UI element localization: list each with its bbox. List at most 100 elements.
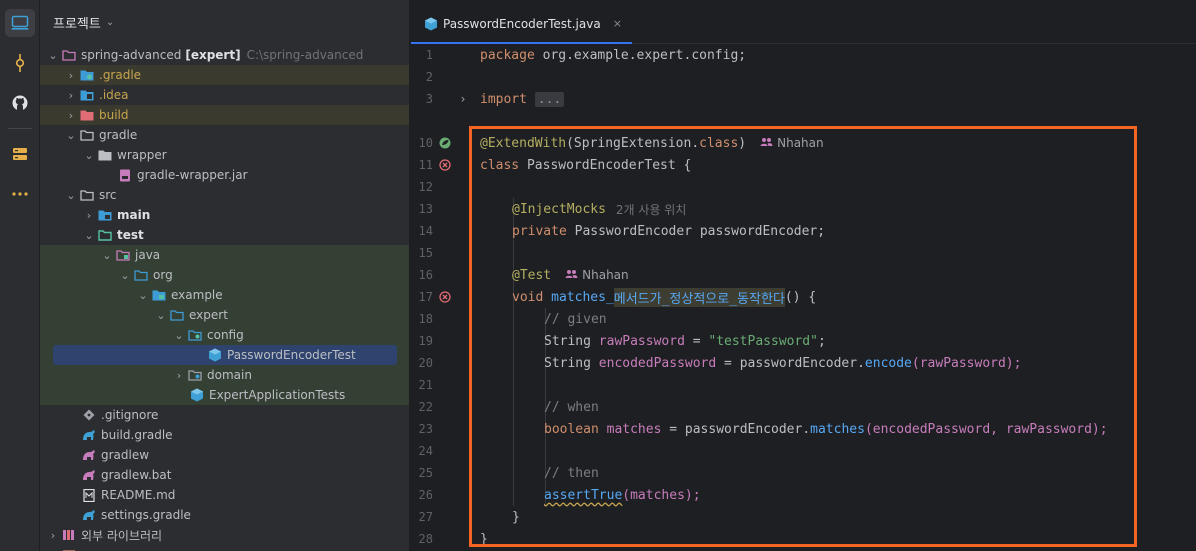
line-number: 18	[418, 312, 433, 326]
code-text: PasswordEncoderTest {	[519, 157, 692, 173]
chevron-down-icon[interactable]: ⌄	[171, 329, 187, 342]
tree-item-password-encoder-test[interactable]: PasswordEncoderTest	[40, 345, 409, 365]
chevron-right-icon[interactable]: ›	[63, 109, 79, 122]
gutter-line: 26	[411, 484, 471, 506]
field-name: passwordEncoder	[699, 223, 818, 239]
author-hint[interactable]: Nhahan	[760, 136, 824, 150]
chevron-down-icon[interactable]: ⌄	[99, 249, 115, 262]
gutter-line: 1	[411, 44, 471, 66]
gutter-line: 11	[411, 154, 471, 176]
tree-item-expert[interactable]: ⌄ expert	[40, 305, 409, 325]
line-number: 17	[418, 290, 433, 304]
commit-icon[interactable]	[5, 49, 35, 77]
gutter-line: 2	[411, 66, 471, 88]
github-icon[interactable]	[5, 89, 35, 117]
gutter-line: 22	[411, 396, 471, 418]
tree-root[interactable]: ⌄ spring-advanced [expert] C:\spring-adv…	[40, 45, 409, 65]
tree-label: PasswordEncoderTest	[227, 348, 356, 362]
chevron-right-icon[interactable]: ›	[45, 529, 61, 542]
tab-password-encoder-test[interactable]: PasswordEncoderTest.java ×	[411, 5, 632, 44]
tree-item-main[interactable]: › main	[40, 205, 409, 225]
code-line-1[interactable]: package org.example.expert.config;	[480, 44, 746, 66]
tree-item-build-gradle[interactable]: build.gradle	[40, 425, 409, 445]
chevron-down-icon[interactable]: ⌄	[63, 189, 79, 202]
tree-item-src[interactable]: ⌄ src	[40, 185, 409, 205]
chevron-down-icon[interactable]: ⌄	[63, 129, 79, 142]
folder-icon	[79, 88, 95, 102]
usages-hint[interactable]: 2개 사용 위치	[616, 201, 686, 218]
excluded-folder-icon	[79, 108, 95, 122]
chevron-right-icon[interactable]: ›	[63, 69, 79, 82]
chevron-down-icon[interactable]: ⌄	[81, 229, 97, 242]
tree-item-gitignore[interactable]: .gitignore	[40, 405, 409, 425]
tree-item-expert-application-tests[interactable]: ExpertApplicationTests	[40, 385, 409, 405]
project-panel-header[interactable]: 프로젝트 ⌄	[40, 0, 409, 44]
source-root-folder-icon	[97, 208, 113, 222]
field-name: passwordEncoder	[684, 421, 803, 437]
project-view-icon[interactable]	[5, 9, 35, 37]
tree-item-build[interactable]: › build	[40, 105, 409, 125]
author-hint[interactable]: Nhahan	[565, 268, 629, 282]
gutter-line: 12	[411, 176, 471, 198]
more-tools-icon[interactable]	[5, 180, 35, 208]
code-line-22[interactable]: // when	[544, 396, 599, 418]
tree-item-example[interactable]: ⌄ example	[40, 285, 409, 305]
tree-item-domain[interactable]: › domain	[40, 365, 409, 385]
tree-item-test[interactable]: ⌄ test	[40, 225, 409, 245]
tree-item-external-libraries[interactable]: › 외부 라이브러리	[40, 525, 409, 545]
code-line-25[interactable]: // then	[544, 462, 599, 484]
code-line-28[interactable]: }	[480, 528, 488, 550]
method-name-highlighted: 메서드가_정상적으로_동작한다	[613, 287, 785, 307]
chevron-right-icon[interactable]: ›	[171, 369, 187, 382]
tree-item-gradle-cache[interactable]: › .gradle	[40, 65, 409, 85]
tree-item-gradle[interactable]: ⌄ gradle	[40, 125, 409, 145]
chevron-down-icon[interactable]: ⌄	[45, 49, 61, 62]
tree-item-java[interactable]: ⌄ java	[40, 245, 409, 265]
tree-item-settings-gradle[interactable]: settings.gradle	[40, 505, 409, 525]
chevron-down-icon[interactable]: ⌄	[153, 309, 169, 322]
tree-item-gradle-wrapper-jar[interactable]: gradle-wrapper.jar	[40, 165, 409, 185]
gutter-line: 10	[411, 132, 471, 154]
tree-label: gradle-wrapper.jar	[137, 168, 248, 182]
code-line-11[interactable]: class PasswordEncoderTest {	[480, 154, 691, 176]
gutter-line: 20	[411, 352, 471, 374]
code-line-3[interactable]: import ...	[480, 88, 565, 110]
folded-imports[interactable]: ...	[534, 91, 565, 107]
spring-bean-icon[interactable]	[438, 136, 452, 150]
code-line-19[interactable]: String rawPassword = "testPassword";	[544, 330, 826, 352]
chevron-down-icon[interactable]: ⌄	[117, 269, 133, 282]
expand-fold-icon[interactable]: ›	[456, 92, 470, 106]
code-text: (SpringExtension.	[566, 135, 700, 151]
tree-item-config[interactable]: ⌄ config	[40, 325, 409, 345]
tree-item-gradlew[interactable]: gradlew	[40, 445, 409, 465]
code-line-13[interactable]: @InjectMocks 2개 사용 위치	[512, 198, 686, 220]
tree-item-gradlew-bat[interactable]: gradlew.bat	[40, 465, 409, 485]
code-line-23[interactable]: boolean matches = passwordEncoder. matche…	[544, 418, 1108, 440]
root-module: [expert]	[185, 48, 241, 62]
code-line-16[interactable]: @Test Nhahan	[512, 264, 629, 286]
code-line-26[interactable]: assertTrue (matches);	[544, 484, 701, 506]
chevron-down-icon[interactable]: ⌄	[81, 149, 97, 162]
services-icon[interactable]	[5, 140, 35, 168]
close-icon[interactable]: ×	[613, 17, 622, 30]
chevron-down-icon[interactable]: ⌄	[106, 17, 114, 28]
code-line-20[interactable]: String encodedPassword = passwordEncoder…	[544, 352, 1021, 374]
tree-item-idea[interactable]: › .idea	[40, 85, 409, 105]
chevron-down-icon[interactable]: ⌄	[135, 289, 151, 302]
chevron-right-icon[interactable]: ›	[63, 89, 79, 102]
line-number: 13	[418, 202, 433, 216]
tree-item-readme[interactable]: README.md	[40, 485, 409, 505]
tree-label: test	[117, 228, 144, 242]
tree-item-org[interactable]: ⌄ org	[40, 265, 409, 285]
gutter-line: 25	[411, 462, 471, 484]
tree-item-wrapper[interactable]: ⌄ wrapper	[40, 145, 409, 165]
test-failed-icon[interactable]	[438, 158, 452, 172]
chevron-right-icon[interactable]: ›	[81, 209, 97, 222]
code-line-14[interactable]: private PasswordEncoder passwordEncoder;	[512, 220, 825, 242]
code-line-10[interactable]: @ExtendWith (SpringExtension. class) Nhahan	[480, 132, 824, 154]
test-failed-icon[interactable]	[438, 290, 452, 304]
code-line-27[interactable]: }	[512, 506, 520, 528]
code-line-18[interactable]: // given	[544, 308, 607, 330]
code-line-17[interactable]: void matches_ 메서드가_정상적으로_동작한다() {	[512, 286, 816, 308]
tree-item-scratches[interactable]: ›	[40, 545, 409, 551]
